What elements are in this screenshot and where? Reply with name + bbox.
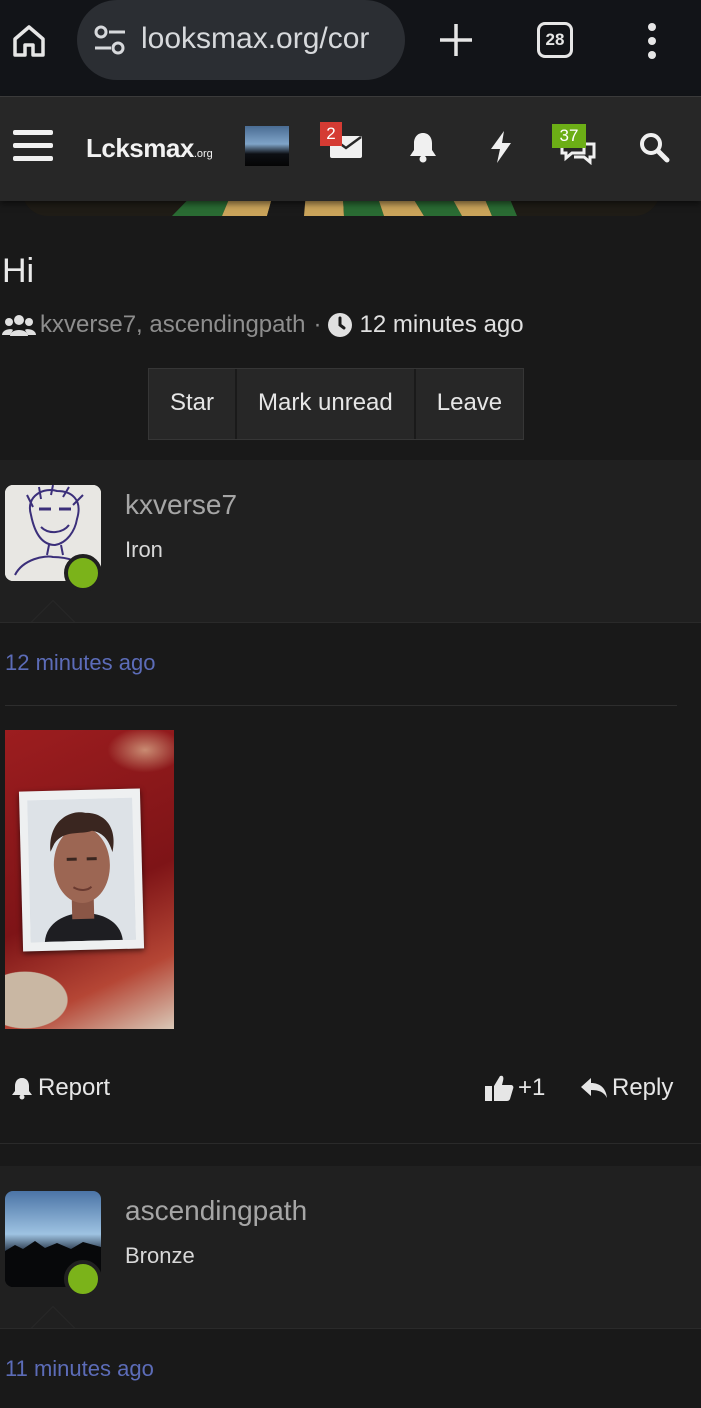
thumbs-up-icon xyxy=(484,1074,518,1102)
reply-button[interactable]: Reply xyxy=(580,1074,673,1102)
star-button[interactable]: Star xyxy=(149,369,238,439)
search-icon[interactable] xyxy=(638,131,670,163)
mark-unread-button[interactable]: Mark unread xyxy=(237,369,416,439)
like-count: +1 xyxy=(518,1074,546,1101)
attached-photo[interactable] xyxy=(5,730,174,1029)
photo-card xyxy=(18,788,145,952)
home-icon[interactable] xyxy=(10,22,48,60)
more-menu-icon[interactable] xyxy=(641,20,663,62)
site-navigation: Lcksmax.org 2 37 xyxy=(0,96,701,201)
bell-icon xyxy=(10,1076,38,1100)
message-pointer xyxy=(30,600,76,623)
url-text: looksmax.org/cor xyxy=(141,22,370,55)
divider xyxy=(5,705,677,706)
message-username[interactable]: ascendingpath xyxy=(125,1195,307,1227)
leave-button[interactable]: Leave xyxy=(415,369,524,439)
divider xyxy=(0,1143,701,1144)
site-logo-suffix: .org xyxy=(193,148,213,160)
tab-switcher-button[interactable]: 28 xyxy=(537,22,573,58)
whats-new-lightning-icon[interactable] xyxy=(488,130,514,164)
conversations-badge: 37 xyxy=(552,124,586,148)
conversation-meta: kxverse7, ascendingpath · 12 minutes ago xyxy=(2,311,524,339)
user-rank: Bronze xyxy=(125,1243,195,1268)
inbox-badge: 2 xyxy=(320,122,342,146)
meta-separator: · xyxy=(313,311,322,338)
conversation-time: 12 minutes ago xyxy=(359,311,524,338)
message-timestamp[interactable]: 11 minutes ago xyxy=(5,1356,154,1382)
portrait-image xyxy=(27,797,136,943)
participants-icon xyxy=(2,313,36,337)
divider xyxy=(0,622,701,623)
message-username[interactable]: kxverse7 xyxy=(125,489,237,521)
participants-list[interactable]: kxverse7, ascendingpath xyxy=(40,311,306,339)
reply-arrow-icon xyxy=(580,1076,612,1100)
site-logo[interactable]: Lcksmax.org xyxy=(86,133,213,164)
message-user-header xyxy=(0,1166,701,1328)
clock-icon xyxy=(327,312,353,338)
message-user-header xyxy=(0,460,701,622)
site-settings-icon[interactable] xyxy=(93,24,127,56)
browser-toolbar: looksmax.org/cor 28 xyxy=(0,0,701,96)
conversation-actions: Star Mark unread Leave xyxy=(148,368,525,440)
user-avatar-thumbnail[interactable] xyxy=(245,126,289,166)
address-bar[interactable]: looksmax.org/cor xyxy=(77,0,405,80)
conversation-title: Hi xyxy=(2,252,35,290)
online-status-indicator xyxy=(64,554,102,592)
message-pointer xyxy=(30,1306,76,1329)
user-rank: Iron xyxy=(125,537,163,562)
report-label: Report xyxy=(38,1074,111,1101)
new-tab-icon[interactable] xyxy=(437,20,475,60)
online-status-indicator xyxy=(64,1260,102,1298)
like-button[interactable]: +1 xyxy=(484,1074,545,1102)
divider xyxy=(0,1328,701,1329)
report-link[interactable]: Report xyxy=(10,1074,110,1102)
notifications-bell-icon[interactable] xyxy=(408,131,438,163)
reply-label: Reply xyxy=(612,1074,674,1101)
hamburger-menu-icon[interactable] xyxy=(13,128,53,164)
message-timestamp[interactable]: 12 minutes ago xyxy=(5,650,155,676)
site-logo-text: Lcksmax xyxy=(86,133,194,163)
